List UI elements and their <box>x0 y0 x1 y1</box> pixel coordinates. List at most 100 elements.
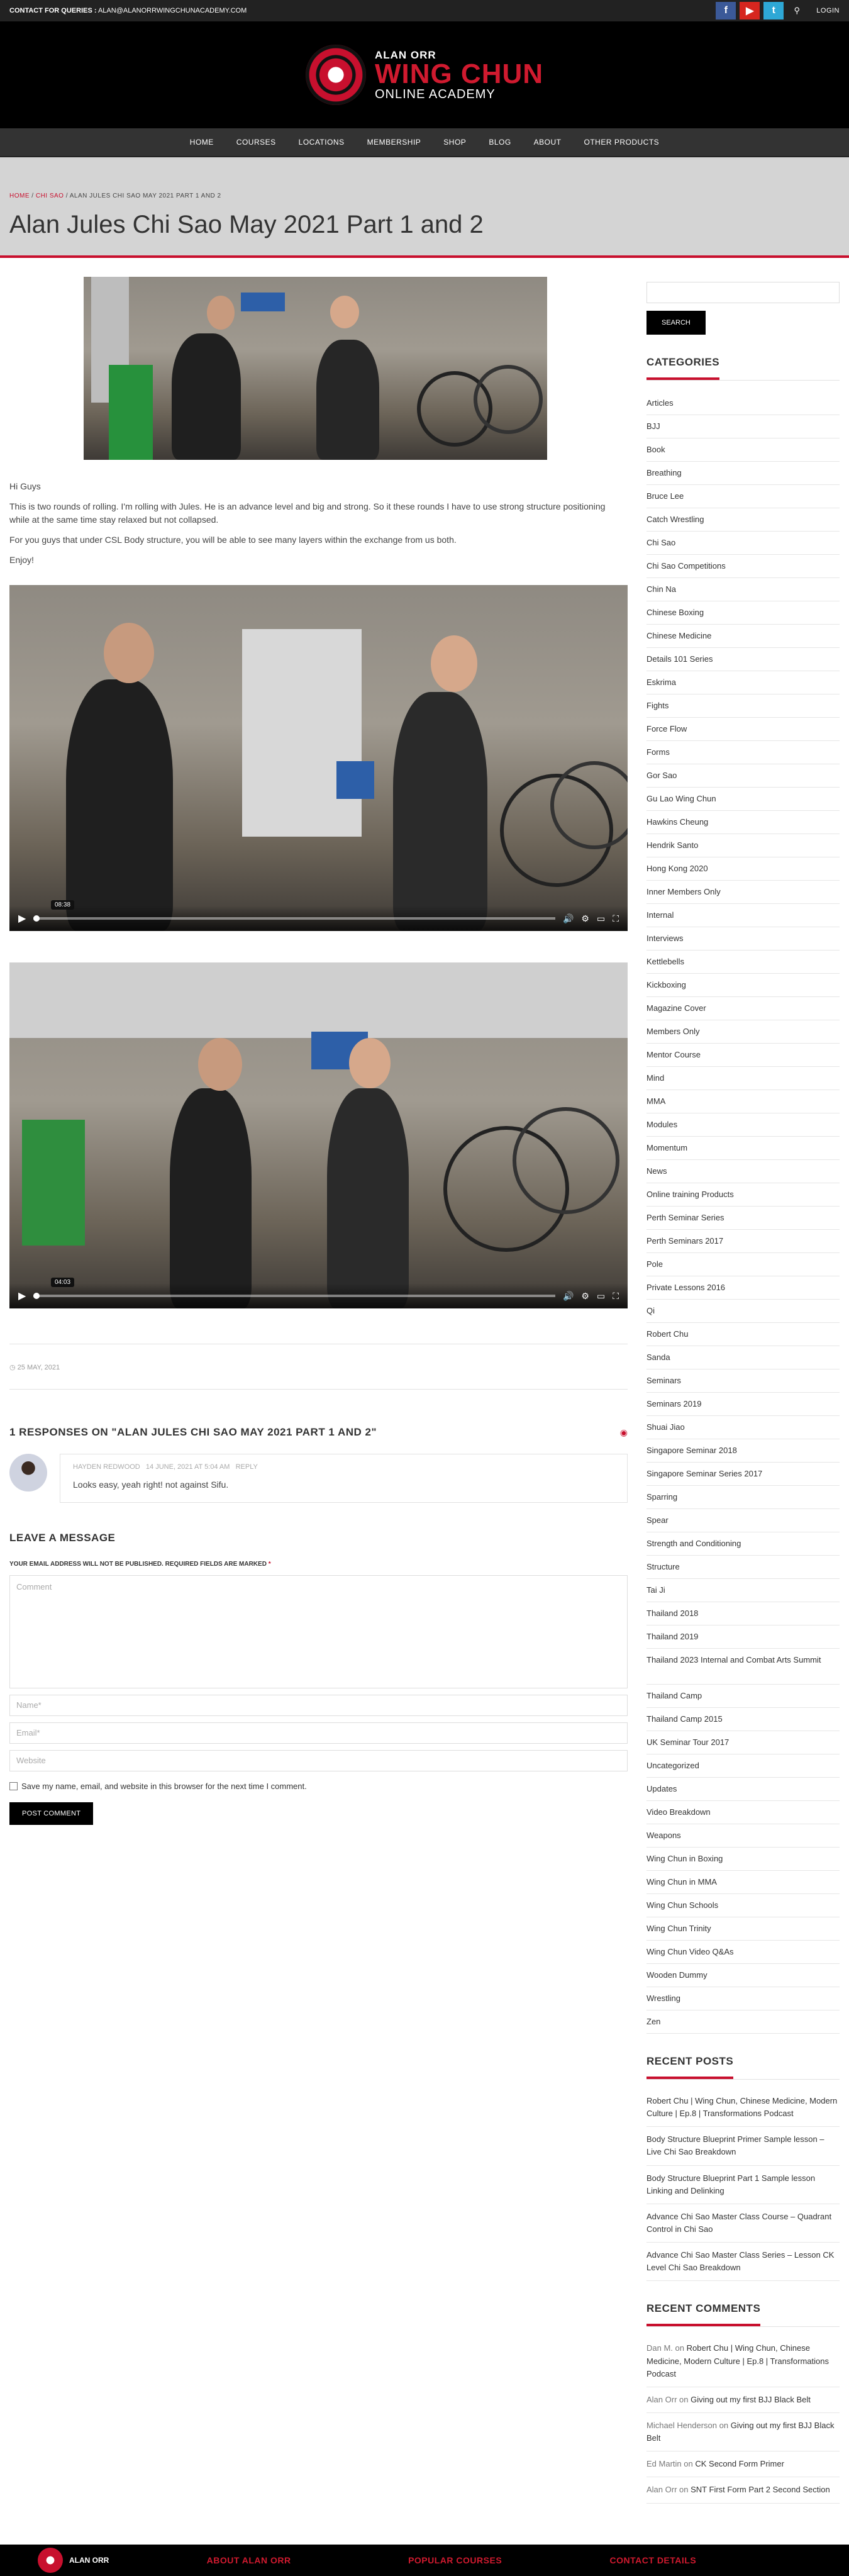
category-item[interactable]: Hong Kong 2020 <box>646 857 840 881</box>
category-item[interactable]: Wrestling <box>646 1987 840 2010</box>
video-progress-bar[interactable] <box>33 915 555 922</box>
recent-comment-post-link[interactable]: SNT First Form Part 2 Second Section <box>691 2485 830 2494</box>
fullscreen-icon[interactable]: ⛶ <box>613 1291 619 1302</box>
category-item[interactable]: Thailand 2019 <box>646 1625 840 1649</box>
category-item[interactable]: Internal <box>646 904 840 927</box>
category-item[interactable]: Chi Sao <box>646 532 840 555</box>
category-item[interactable]: Interviews <box>646 927 840 951</box>
category-item[interactable]: Forms <box>646 741 840 764</box>
recent-post-item[interactable]: Advance Chi Sao Master Class Course – Qu… <box>646 2204 840 2243</box>
category-item[interactable]: Wing Chun Schools <box>646 1894 840 1917</box>
category-item[interactable]: MMA <box>646 1090 840 1113</box>
video-player-1[interactable]: 08:38 ▶ 🔊 ⚙ ▭ ⛶ <box>9 585 628 932</box>
recent-comment-post-link[interactable]: Giving out my first BJJ Black Belt <box>691 2395 811 2404</box>
name-input[interactable]: Name* <box>9 1695 628 1717</box>
breadcrumb-home[interactable]: HOME <box>9 192 30 199</box>
recent-post-item[interactable]: Body Structure Blueprint Part 1 Sample l… <box>646 2166 840 2204</box>
fullscreen-icon[interactable]: ⛶ <box>613 913 619 924</box>
category-item[interactable]: Hawkins Cheung <box>646 811 840 834</box>
scrubber-handle[interactable] <box>33 1293 40 1300</box>
category-item[interactable]: Singapore Seminar 2018 <box>646 1439 840 1463</box>
category-item[interactable]: Force Flow <box>646 718 840 741</box>
category-item[interactable]: Zen <box>646 2010 840 2034</box>
category-item[interactable]: Wing Chun in MMA <box>646 1871 840 1894</box>
facebook-icon[interactable]: f <box>716 2 736 20</box>
category-item[interactable]: Hendrik Santo <box>646 834 840 857</box>
pip-icon[interactable]: ▭ <box>597 1291 605 1302</box>
category-item[interactable]: Kickboxing <box>646 974 840 997</box>
category-item[interactable]: Private Lessons 2016 <box>646 1276 840 1300</box>
category-item[interactable]: Video Breakdown <box>646 1801 840 1824</box>
category-item[interactable]: Thailand 2018 <box>646 1602 840 1625</box>
category-item[interactable]: Seminars 2019 <box>646 1393 840 1416</box>
category-item[interactable]: Seminars <box>646 1369 840 1393</box>
category-item[interactable]: Fights <box>646 694 840 718</box>
site-logo[interactable]: ALAN ORR WING CHUN ONLINE ACADEMY <box>305 45 543 105</box>
category-item[interactable]: Updates <box>646 1778 840 1801</box>
sidebar-search-button[interactable]: SEARCH <box>646 311 706 335</box>
settings-icon[interactable]: ⚙ <box>581 913 589 924</box>
settings-icon[interactable]: ⚙ <box>581 1291 589 1302</box>
category-item[interactable]: Magazine Cover <box>646 997 840 1020</box>
category-item[interactable]: Chinese Boxing <box>646 601 840 625</box>
email-input[interactable]: Email* <box>9 1722 628 1744</box>
play-icon[interactable]: ▶ <box>18 1290 26 1302</box>
category-item[interactable]: Thailand Camp <box>646 1685 840 1708</box>
rss-icon[interactable]: ◉ <box>620 1427 628 1438</box>
play-icon[interactable]: ▶ <box>18 912 26 925</box>
reply-link[interactable]: REPLY <box>236 1463 258 1471</box>
login-link[interactable]: LOGIN <box>816 7 840 14</box>
category-item[interactable]: BJJ <box>646 415 840 438</box>
volume-icon[interactable]: 🔊 <box>563 1291 574 1302</box>
pip-icon[interactable]: ▭ <box>597 913 605 924</box>
nav-about[interactable]: ABOUT <box>534 138 562 147</box>
category-item[interactable]: Shuai Jiao <box>646 1416 840 1439</box>
scrubber-handle[interactable] <box>33 915 40 922</box>
search-icon[interactable]: ⚲ <box>787 6 806 16</box>
category-item[interactable]: Kettlebells <box>646 951 840 974</box>
video-player-2[interactable]: 04:03 ▶ 🔊 ⚙ ▭ ⛶ <box>9 962 628 1309</box>
category-item[interactable]: Wing Chun Trinity <box>646 1917 840 1941</box>
sidebar-search-input[interactable] <box>646 282 840 303</box>
recent-post-item[interactable]: Robert Chu | Wing Chun, Chinese Medicine… <box>646 2088 840 2127</box>
nav-courses[interactable]: COURSES <box>236 138 276 147</box>
category-item[interactable]: Perth Seminars 2017 <box>646 1230 840 1253</box>
category-item[interactable]: Gu Lao Wing Chun <box>646 788 840 811</box>
category-item[interactable]: Pole <box>646 1253 840 1276</box>
category-item[interactable]: Wooden Dummy <box>646 1964 840 1987</box>
twitter-icon[interactable]: t <box>763 2 784 20</box>
category-item[interactable]: Online training Products <box>646 1183 840 1207</box>
category-item[interactable]: Qi <box>646 1300 840 1323</box>
category-item[interactable]: Sparring <box>646 1486 840 1509</box>
category-item[interactable]: Weapons <box>646 1824 840 1848</box>
category-item[interactable]: Inner Members Only <box>646 881 840 904</box>
category-item[interactable]: Chinese Medicine <box>646 625 840 648</box>
post-comment-button[interactable]: POST COMMENT <box>9 1802 94 1826</box>
nav-shop[interactable]: SHOP <box>443 138 466 147</box>
category-item[interactable]: Chin Na <box>646 578 840 601</box>
category-item[interactable]: Members Only <box>646 1020 840 1044</box>
category-item[interactable]: Structure <box>646 1556 840 1579</box>
category-item[interactable]: News <box>646 1160 840 1183</box>
category-item[interactable]: Breathing <box>646 462 840 485</box>
nav-other-products[interactable]: OTHER PRODUCTS <box>584 138 660 147</box>
category-item[interactable]: Gor Sao <box>646 764 840 788</box>
recent-post-item[interactable]: Advance Chi Sao Master Class Series – Le… <box>646 2243 840 2282</box>
category-item[interactable]: Wing Chun Video Q&As <box>646 1941 840 1964</box>
website-input[interactable]: Website <box>9 1750 628 1772</box>
video-progress-bar[interactable] <box>33 1293 555 1300</box>
category-item[interactable]: Wing Chun in Boxing <box>646 1848 840 1871</box>
contact-email[interactable]: ALAN@ALANORRWINGCHUNACADEMY.COM <box>98 7 247 14</box>
category-item[interactable]: Thailand 2023 Internal and Combat Arts S… <box>646 1649 840 1685</box>
youtube-icon[interactable]: ▶ <box>740 2 760 20</box>
breadcrumb-category[interactable]: CHI SAO <box>36 192 64 199</box>
footer-logo[interactable]: ALAN ORR <box>38 2548 207 2573</box>
category-item[interactable]: Strength and Conditioning <box>646 1532 840 1556</box>
nav-blog[interactable]: BLOG <box>489 138 511 147</box>
recent-comment-post-link[interactable]: Robert Chu | Wing Chun, Chinese Medicine… <box>646 2343 829 2378</box>
category-item[interactable]: Mind <box>646 1067 840 1090</box>
category-item[interactable]: Tai Ji <box>646 1579 840 1602</box>
category-item[interactable]: Details 101 Series <box>646 648 840 671</box>
category-item[interactable]: UK Seminar Tour 2017 <box>646 1731 840 1754</box>
category-item[interactable]: Singapore Seminar Series 2017 <box>646 1463 840 1486</box>
